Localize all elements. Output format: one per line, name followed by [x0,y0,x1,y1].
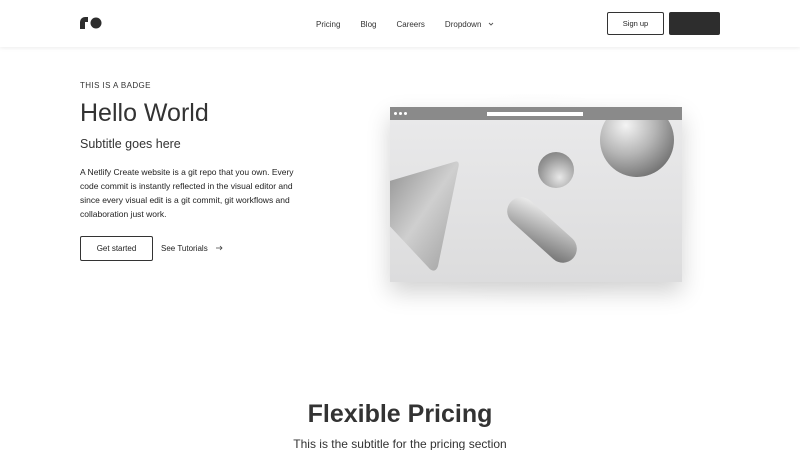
browser-toolbar [390,107,682,120]
hero-title: Hello World [80,99,209,127]
hero-description: A Netlify Create website is a git repo t… [80,167,294,219]
nav-item-careers[interactable]: Careers [396,18,424,30]
window-dot-icon [399,112,402,115]
nav-item-pricing[interactable]: Pricing [316,18,340,30]
see-tutorials-link[interactable]: See Tutorials [161,243,224,253]
abstract-shapes-illustration [390,120,682,282]
see-tutorials-label: See Tutorials [161,243,208,253]
nav-item-dropdown[interactable]: Dropdown [445,18,495,30]
window-dot-icon [404,112,407,115]
pricing-subtitle: This is the subtitle for the pricing sec… [293,437,507,450]
chevron-down-icon [489,22,494,26]
hero-subtitle: Subtitle goes here [80,137,181,151]
main-nav: Pricing Blog Careers Dropdown [316,18,495,30]
hero-badge: THIS IS A BADGE [80,81,151,90]
arrow-right-icon [215,245,223,251]
browser-mockup-image [390,107,682,282]
ro-logo-icon[interactable] [80,17,102,29]
get-started-button[interactable]: Get started [80,236,153,261]
primary-header-button[interactable] [669,12,720,35]
nav-item-blog[interactable]: Blog [360,18,376,30]
site-header: Pricing Blog Careers Dropdown Sign up [0,0,800,47]
window-dot-icon [394,112,397,115]
pricing-title: Flexible Pricing [307,400,493,428]
nav-item-dropdown-label: Dropdown [444,19,482,29]
address-bar [487,112,583,116]
sign-up-button[interactable]: Sign up [607,12,664,35]
